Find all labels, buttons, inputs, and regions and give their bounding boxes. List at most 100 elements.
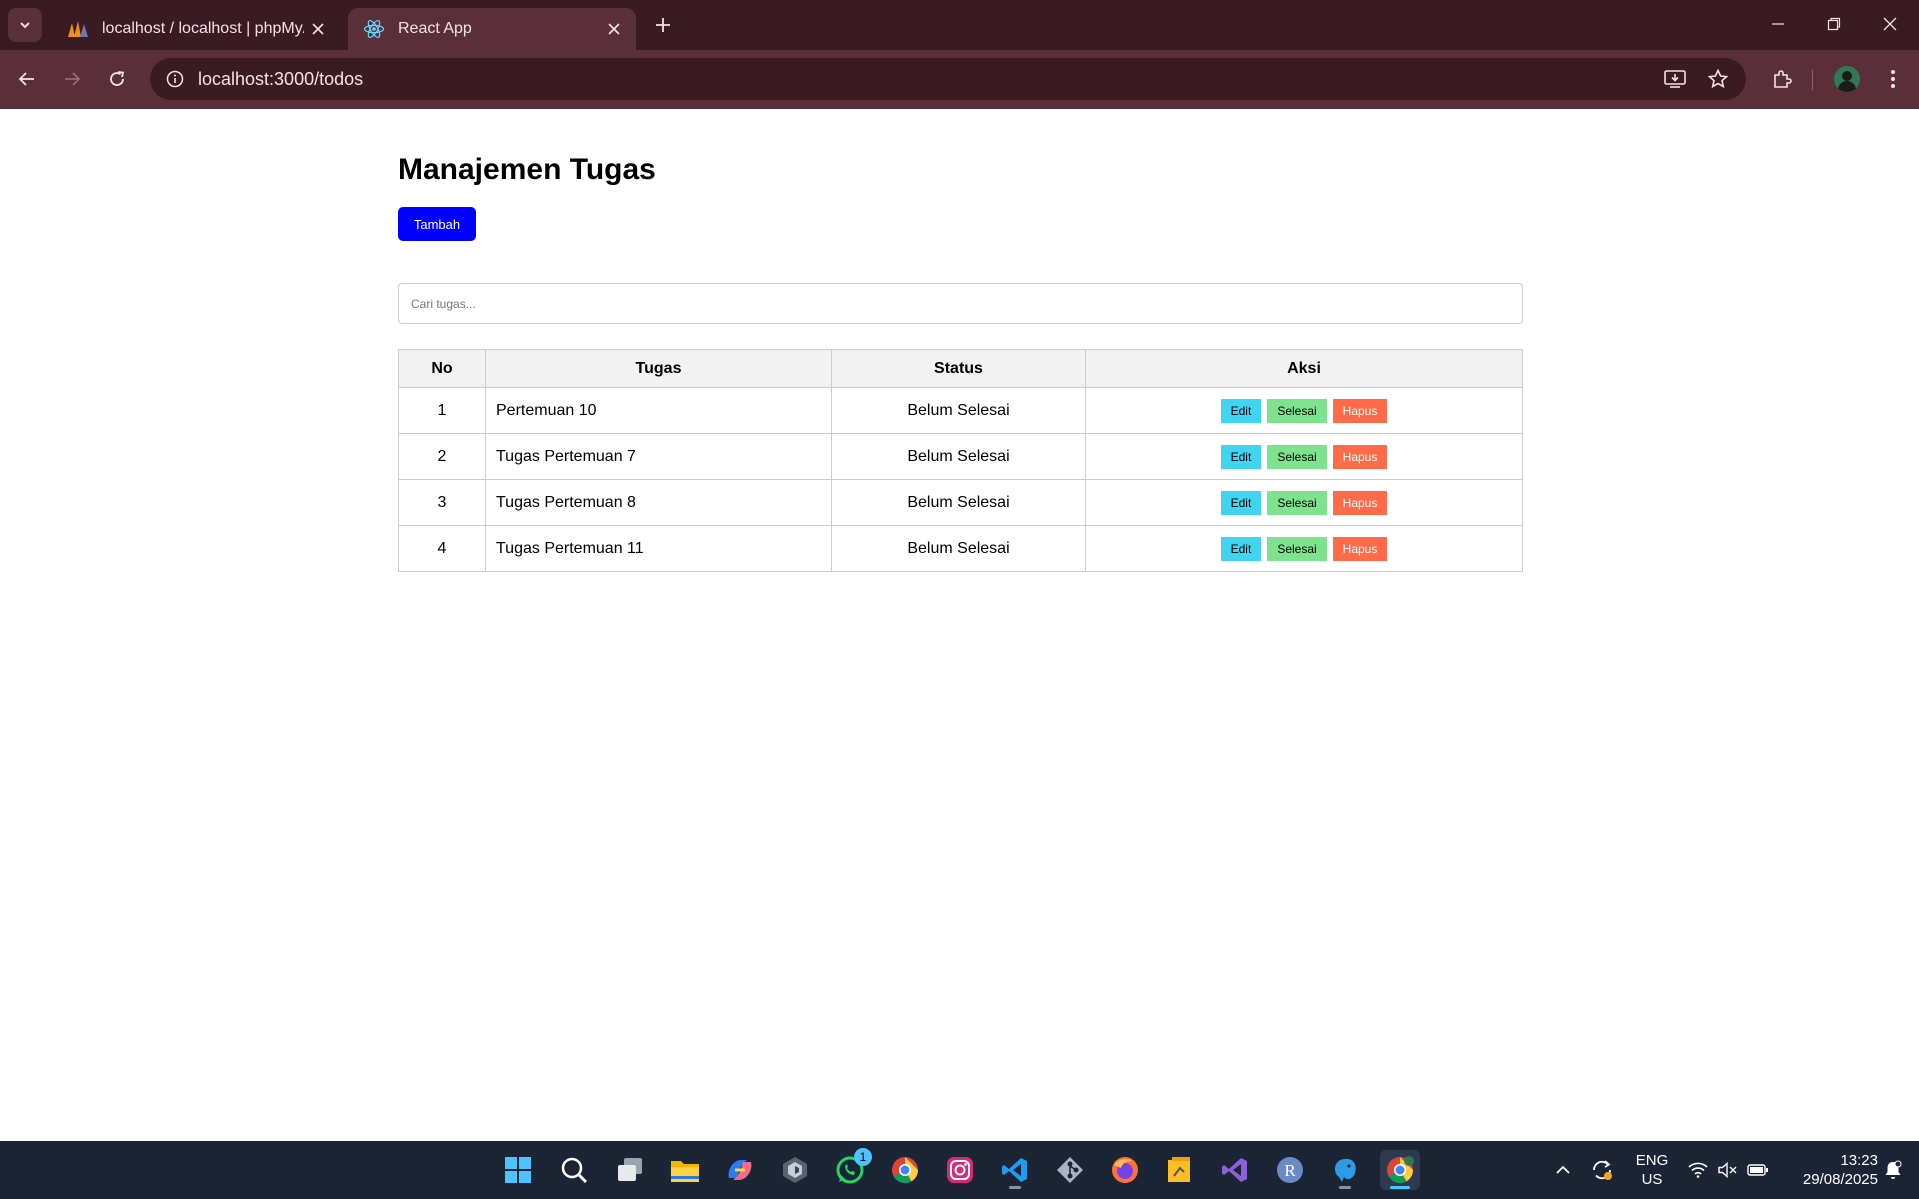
copilot-icon[interactable] <box>720 1150 760 1190</box>
done-button[interactable]: Selesai <box>1267 444 1327 469</box>
phpmyadmin-icon <box>66 17 90 41</box>
edit-button[interactable]: Edit <box>1220 490 1262 515</box>
reload-button[interactable] <box>100 62 134 96</box>
add-task-button[interactable]: Tambah <box>398 207 476 241</box>
task-view-icon[interactable] <box>610 1150 650 1190</box>
running-indicator <box>1390 1186 1410 1189</box>
language-code: ENG <box>1635 1152 1669 1169</box>
table-row: 1 Pertemuan 10 Belum Selesai Edit Selesai… <box>398 387 1523 434</box>
column-header-status: Status <box>831 349 1086 388</box>
tab-title: localhost / localhost | phpMyAdmin <box>102 20 304 37</box>
edit-button[interactable]: Edit <box>1220 444 1262 469</box>
table-row: 4 Tugas Pertemuan 11 Belum Selesai Edit S… <box>398 525 1523 572</box>
cell-actions: Edit Selesai Hapus <box>1085 387 1523 434</box>
cell-status: Belum Selesai <box>831 433 1086 480</box>
r-icon[interactable]: R <box>1270 1150 1310 1190</box>
star-icon <box>1708 69 1728 89</box>
forward-button[interactable] <box>55 62 89 96</box>
page-title: Manajemen Tugas <box>398 153 656 186</box>
more-vert-icon <box>1891 70 1895 88</box>
chrome-profile-icon[interactable] <box>1380 1150 1420 1190</box>
cell-no: 2 <box>398 433 486 480</box>
tab-phpmyadmin[interactable]: localhost / localhost | phpMyAdmin <box>52 8 340 50</box>
done-button[interactable]: Selesai <box>1267 490 1327 515</box>
arrow-right-icon <box>65 72 81 86</box>
instagram-icon[interactable] <box>940 1150 980 1190</box>
search-icon[interactable] <box>554 1150 594 1190</box>
delete-button[interactable]: Hapus <box>1332 490 1388 515</box>
search-input[interactable] <box>398 283 1523 324</box>
tab-search-button[interactable] <box>8 8 42 42</box>
minimize-icon <box>1772 23 1784 25</box>
site-info-icon[interactable] <box>162 66 188 92</box>
volume-muted-icon[interactable] <box>1714 1141 1742 1199</box>
browser-toolbar: localhost:3000/todos <box>0 50 1919 109</box>
edit-button[interactable]: Edit <box>1220 536 1262 561</box>
menu-button[interactable] <box>1876 62 1910 96</box>
todo-table: No Tugas Status Aksi 1 Pertemuan 10 Belu… <box>398 349 1523 572</box>
clock[interactable]: 13:23 29/08/2025 <box>1786 1151 1878 1189</box>
column-header-actions: Aksi <box>1085 349 1523 388</box>
puzzle-icon <box>1774 70 1792 88</box>
table-row: 3 Tugas Pertemuan 8 Belum Selesai Edit Se… <box>398 479 1523 526</box>
wifi-icon[interactable] <box>1684 1141 1712 1199</box>
cell-task: Tugas Pertemuan 7 <box>485 433 832 480</box>
tab-react-app[interactable]: React App <box>348 8 636 50</box>
cell-no: 1 <box>398 387 486 434</box>
address-bar[interactable]: localhost:3000/todos <box>150 58 1746 100</box>
install-app-button[interactable] <box>1658 62 1692 96</box>
notification-badge: 1 <box>854 1148 872 1166</box>
vscode-icon[interactable] <box>995 1150 1035 1190</box>
file-explorer-icon[interactable] <box>665 1150 705 1190</box>
delete-button[interactable]: Hapus <box>1332 536 1388 561</box>
back-button[interactable] <box>10 62 44 96</box>
notification-bell-icon[interactable] <box>1878 1141 1908 1199</box>
cell-status: Belum Selesai <box>831 525 1086 572</box>
react-icon <box>362 17 386 41</box>
done-button[interactable]: Selesai <box>1267 398 1327 423</box>
delete-button[interactable]: Hapus <box>1332 444 1388 469</box>
chrome-icon[interactable] <box>885 1150 925 1190</box>
app-icon[interactable] <box>775 1150 815 1190</box>
column-header-no: No <box>398 349 486 388</box>
running-indicator <box>1009 1186 1021 1189</box>
show-hidden-icons-button[interactable] <box>1548 1141 1578 1199</box>
chevron-down-icon <box>20 22 30 29</box>
cell-task: Tugas Pertemuan 8 <box>485 479 832 526</box>
toolbar-divider <box>1812 70 1813 90</box>
sticky-notes-icon[interactable] <box>1160 1150 1200 1190</box>
language-indicator[interactable]: ENG US <box>1634 1151 1670 1189</box>
bookmark-button[interactable] <box>1701 62 1735 96</box>
windows-start-icon[interactable] <box>498 1150 538 1190</box>
new-tab-button[interactable] <box>648 10 678 40</box>
profile-button[interactable] <box>1830 62 1864 96</box>
battery-icon[interactable] <box>1744 1141 1772 1199</box>
close-icon[interactable] <box>600 15 628 43</box>
sync-icon[interactable] <box>1586 1141 1618 1199</box>
edit-button[interactable]: Edit <box>1220 398 1262 423</box>
git-icon[interactable] <box>1050 1150 1090 1190</box>
restore-button[interactable] <box>1806 0 1862 48</box>
cell-task: Tugas Pertemuan 11 <box>485 525 832 572</box>
cell-actions: Edit Selesai Hapus <box>1085 479 1523 526</box>
extensions-button[interactable] <box>1765 62 1799 96</box>
mysql-icon[interactable] <box>1325 1150 1365 1190</box>
reload-icon <box>110 71 125 86</box>
delete-button[interactable]: Hapus <box>1332 398 1388 423</box>
cell-task: Pertemuan 10 <box>485 387 832 434</box>
visual-studio-icon[interactable] <box>1215 1150 1255 1190</box>
minimize-button[interactable] <box>1750 0 1806 48</box>
done-button[interactable]: Selesai <box>1267 536 1327 561</box>
avatar <box>1834 66 1860 92</box>
column-header-task: Tugas <box>485 349 832 388</box>
url-text: localhost:3000/todos <box>198 68 364 89</box>
close-icon <box>1883 17 1897 31</box>
taskbar: 1 R ENG US 13:23 29/08/2025 <box>0 1141 1919 1199</box>
firefox-icon[interactable] <box>1105 1150 1145 1190</box>
close-icon[interactable] <box>304 15 332 43</box>
close-window-button[interactable] <box>1862 0 1918 48</box>
cell-status: Belum Selesai <box>831 387 1086 434</box>
cell-actions: Edit Selesai Hapus <box>1085 525 1523 572</box>
restore-icon <box>1827 17 1841 31</box>
whatsapp-icon[interactable]: 1 <box>830 1148 872 1190</box>
